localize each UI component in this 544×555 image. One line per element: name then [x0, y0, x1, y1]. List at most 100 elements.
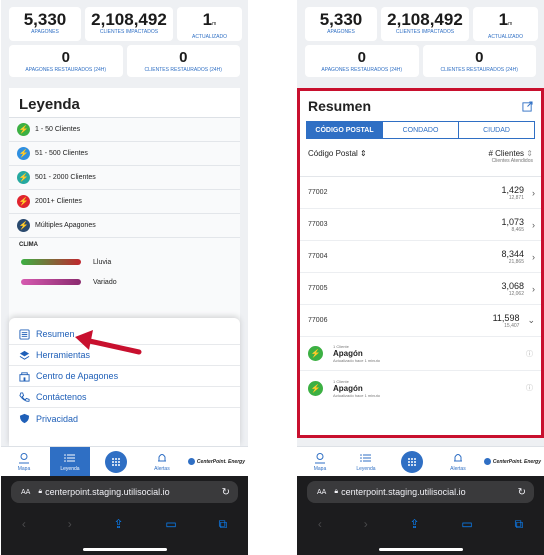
home-indicator: [83, 548, 167, 551]
browser-chrome: AA 🔒︎ centerpoint.staging.utilisocial.io…: [1, 476, 248, 555]
stat-apagones: 5,330 APAGONES: [9, 7, 81, 41]
legend-item: ⚡ 501 - 2000 Clientes: [9, 166, 240, 190]
tab-bar: Mapa Leyenda Alertas CenterPoint. Energy: [297, 446, 544, 476]
lock-icon: 🔒︎: [38, 488, 43, 495]
url-text: centerpoint.staging.utilisocial.io: [45, 487, 170, 497]
chevron-right-icon: ›: [532, 187, 535, 198]
chevron-right-icon: ›: [532, 283, 535, 294]
sort-codigo-postal[interactable]: Código Postal ⇕: [308, 149, 367, 170]
tab-menu[interactable]: [392, 447, 432, 477]
stat-actualizado: 1m ACTUALIZADO: [473, 7, 538, 41]
table-header: Código Postal ⇕ # Clientes ⇕ Clientes At…: [300, 139, 541, 177]
tab-ciudad[interactable]: CIUDAD: [459, 122, 534, 138]
right-screenshot: 5,330 APAGONES 2,108,492 CLIENTES IMPACT…: [297, 0, 544, 555]
reload-icon[interactable]: ↻: [222, 487, 230, 498]
resumen-title: Resumen: [308, 98, 372, 114]
list-icon: [360, 453, 371, 462]
back-icon[interactable]: ‹: [318, 517, 322, 531]
tabs-icon[interactable]: ⧉: [514, 517, 523, 532]
bolt-icon: ⚡: [17, 123, 30, 136]
resumen-tabs: CÓDIGO POSTAL CONDADO CIUDAD: [306, 121, 535, 139]
tab-alertas[interactable]: Alertas: [438, 447, 478, 477]
stat-clientes-restaurados: 0 CLIENTES RESTAURADOS (24H): [422, 45, 536, 77]
tab-codigo-postal[interactable]: CÓDIGO POSTAL: [307, 122, 382, 138]
outage-item[interactable]: ⚡ 1 Cliente Apagón Actualizado hace 1 mi…: [300, 337, 541, 371]
chevron-right-icon: ›: [532, 251, 535, 262]
logo-circle-icon: [187, 458, 195, 465]
map-pin-icon: [18, 452, 29, 463]
tabs-icon[interactable]: ⧉: [218, 517, 227, 532]
outage-item[interactable]: ⚡ 1 Cliente Apagón Actualizado hace 1 mi…: [300, 371, 541, 405]
tab-leyenda[interactable]: Leyenda: [346, 447, 386, 477]
list-icon: [19, 328, 30, 340]
url-text: centerpoint.staging.utilisocial.io: [341, 487, 466, 497]
forward-icon[interactable]: ›: [364, 517, 368, 531]
reader-aa-button[interactable]: AA: [317, 489, 326, 496]
building-icon: [19, 371, 30, 382]
clima-heading: CLIMA: [19, 242, 38, 248]
reload-icon[interactable]: ↻: [518, 487, 526, 498]
bolt-icon: ⚡: [17, 219, 30, 232]
rain-bar: [21, 259, 81, 265]
info-icon[interactable]: ⓘ: [526, 383, 533, 393]
stat-apagones-restaurados: 0 APAGONES RESTAURADOS (24H): [305, 45, 419, 77]
legend-item: ⚡ 51 - 500 Clientes: [9, 142, 240, 166]
bookmarks-icon[interactable]: ▭: [165, 517, 176, 531]
bolt-icon: ⚡: [17, 147, 30, 160]
table-row[interactable]: 77005 3,068 12,062 ›: [300, 273, 541, 305]
share-icon[interactable]: ⇪: [409, 517, 419, 531]
sort-icon: ⇕: [360, 149, 367, 158]
table-row[interactable]: 77004 8,344 21,865 ›: [300, 241, 541, 273]
stat-actualizado: 1m ACTUALIZADO: [177, 7, 242, 41]
menu-item-centro-apagones[interactable]: Centro de Apagones: [9, 366, 240, 387]
stat-apagones-restaurados: 0 APAGONES RESTAURADOS (24H): [9, 45, 123, 77]
bolt-icon: ⚡: [308, 380, 323, 396]
tab-mapa[interactable]: Mapa: [4, 447, 44, 477]
share-icon[interactable]: ⇪: [113, 517, 123, 531]
centerpoint-logo: CenterPoint. Energy: [187, 458, 245, 465]
address-bar[interactable]: AA 🔒︎ centerpoint.staging.utilisocial.io…: [307, 481, 534, 503]
table-row[interactable]: 77002 1,429 12,871 ›: [300, 177, 541, 209]
table-row[interactable]: 77003 1,073 8,465 ›: [300, 209, 541, 241]
forward-icon[interactable]: ›: [68, 517, 72, 531]
grid-icon: [104, 450, 127, 473]
home-indicator: [379, 548, 463, 551]
stat-clientes-restaurados: 0 CLIENTES RESTAURADOS (24H): [126, 45, 240, 77]
logo-circle-icon: [483, 458, 491, 465]
bolt-icon: ⚡: [308, 346, 323, 361]
info-icon[interactable]: ⓘ: [526, 349, 533, 359]
menu-item-herramientas[interactable]: Herramientas: [9, 345, 240, 366]
sort-icon: ⇕: [526, 149, 533, 158]
bookmarks-icon[interactable]: ▭: [461, 517, 472, 531]
grid-icon: [400, 450, 423, 473]
browser-toolbar: ‹ › ⇪ ▭ ⧉: [1, 514, 248, 534]
tab-bar: Mapa Leyenda Alertas CenterPoint. Energy: [1, 446, 248, 477]
sort-clientes[interactable]: # Clientes ⇕ Clientes Atendidos: [488, 149, 533, 170]
clima-item: Variado: [9, 272, 240, 292]
menu-item-privacidad[interactable]: Privacidad: [9, 408, 240, 429]
clima-item: Lluvia: [9, 252, 240, 272]
stats-panel: 5,330 APAGONES 2,108,492 CLIENTES IMPACT…: [1, 0, 248, 81]
tab-mapa[interactable]: Mapa: [300, 447, 340, 477]
stat-clientes-impactados: 2,108,492 CLIENTES IMPACTADOS: [85, 7, 173, 41]
legend-item: ⚡ 2001+ Clientes: [9, 190, 240, 214]
resumen-panel: Resumen CÓDIGO POSTAL CONDADO CIUDAD Cód…: [297, 88, 544, 438]
bottom-sheet-menu: Resumen Herramientas Centro de Apagones …: [9, 318, 240, 446]
menu-item-resumen[interactable]: Resumen: [9, 324, 240, 345]
chevron-right-icon: ›: [532, 219, 535, 230]
tab-condado[interactable]: CONDADO: [382, 122, 459, 138]
shield-icon: [19, 413, 30, 424]
table-row[interactable]: 77006 11,598 15,407 ⌄: [300, 305, 541, 337]
tab-leyenda[interactable]: Leyenda: [49, 446, 90, 477]
external-link-icon[interactable]: [522, 100, 533, 112]
reader-aa-button[interactable]: AA: [21, 489, 30, 496]
centerpoint-logo: CenterPoint. Energy: [483, 458, 541, 465]
layers-icon: [19, 350, 30, 360]
address-bar[interactable]: AA 🔒︎ centerpoint.staging.utilisocial.io…: [11, 481, 238, 503]
mixed-bar: [21, 279, 81, 285]
menu-item-contactenos[interactable]: Contáctenos: [9, 387, 240, 408]
tab-menu[interactable]: [96, 447, 136, 477]
phone-icon: [19, 391, 30, 402]
tab-alertas[interactable]: Alertas: [142, 447, 182, 477]
back-icon[interactable]: ‹: [22, 517, 26, 531]
